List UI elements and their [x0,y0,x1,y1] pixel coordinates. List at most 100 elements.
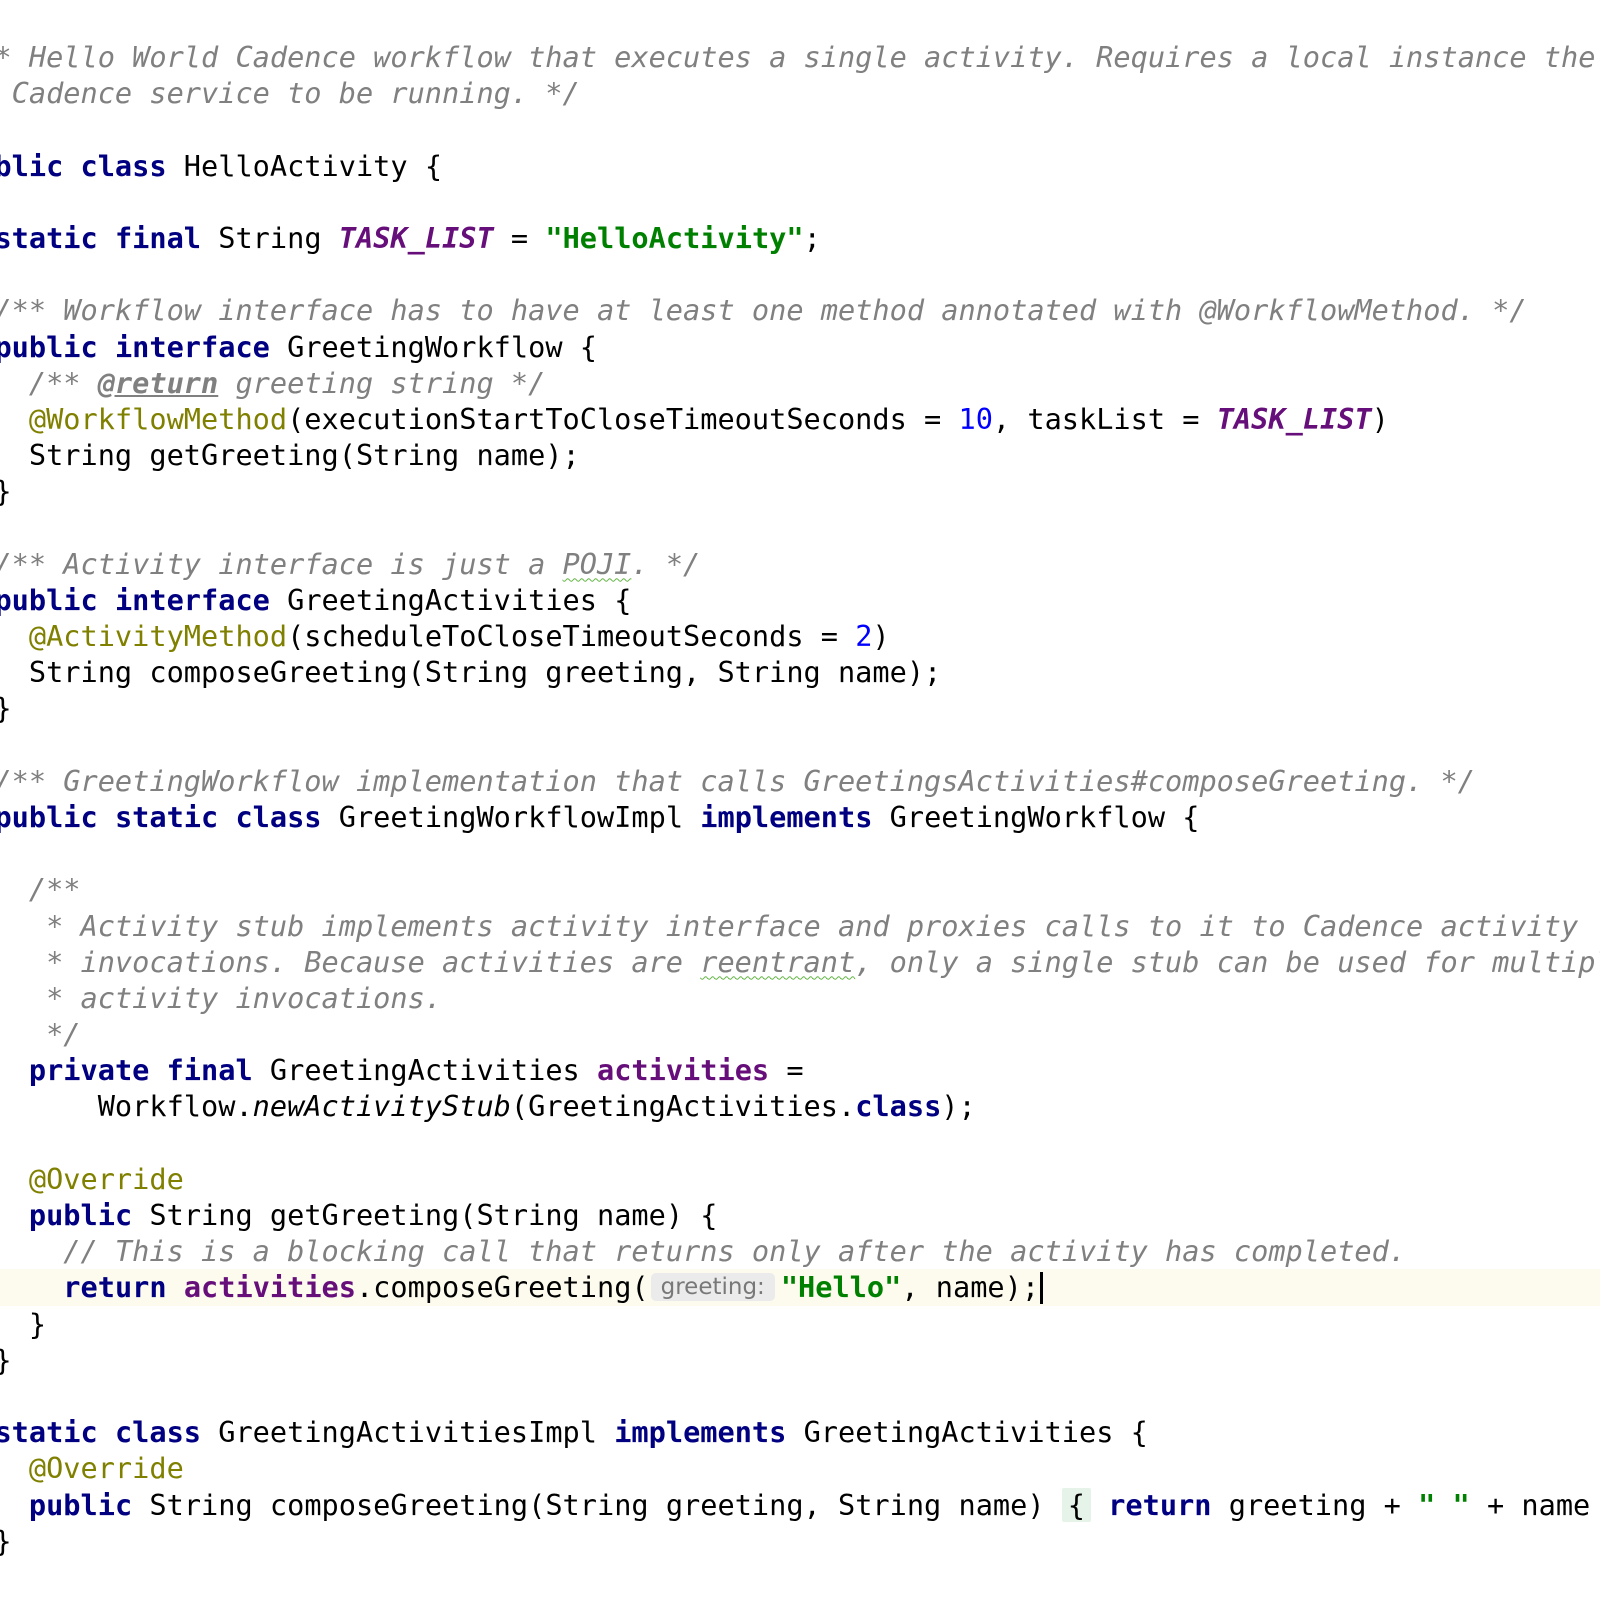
code-token: */ [46,1017,81,1052]
code-line[interactable]: String getGreeting(String name); [0,437,1600,473]
code-line[interactable] [0,111,1600,147]
code-area[interactable]: /** Hello World Cadence workflow that ex… [0,39,1600,1559]
code-line[interactable]: */ [0,1016,1600,1052]
code-token: /** Hello World Cadence workflow that ex… [0,40,1596,74]
code-token: * Cadence service to be running. */ [0,76,580,111]
code-token: String composeGreeting(String greeting, … [132,1487,1062,1522]
code-editor[interactable]: /** Hello World Cadence workflow that ex… [0,0,1600,1600]
code-line[interactable] [0,1378,1600,1414]
code-line[interactable]: * invocations. Because activities are re… [0,944,1600,980]
code-token: public [28,1487,133,1522]
code-token: GreetingActivities { [786,1415,1148,1450]
code-line[interactable]: public String composeGreeting(String gre… [0,1487,1600,1523]
code-token: /** GreetingWorkflow implementation that… [0,763,1475,798]
code-token: GreetingActivitiesImpl [201,1415,615,1450]
code-token: static class [0,1415,202,1450]
code-token: @WorkflowMethod [28,401,288,436]
code-token: public static class [0,799,322,834]
parameter-hint: greeting: [650,1273,775,1302]
code-token: (executionStartToCloseTimeoutSeconds = [287,401,959,436]
code-line[interactable]: } [0,1306,1600,1342]
code-token: /** Activity interface is just a [0,546,563,581]
code-token: (GreetingActivities. [510,1089,856,1124]
code-line[interactable]: public static class GreetingWorkflowImpl… [0,799,1600,835]
code-token: = [493,220,546,255]
code-line[interactable] [0,835,1600,871]
code-token: String composeGreeting(String greeting, … [0,655,942,690]
code-line[interactable]: @ActivityMethod(scheduleToCloseTimeoutSe… [0,618,1600,654]
code-token: TASK_LIST [1216,401,1372,436]
code-line[interactable]: /** GreetingWorkflow implementation that… [0,763,1600,799]
code-token: } [28,1306,47,1341]
text-caret [1040,1272,1044,1305]
code-token: /** [28,365,81,400]
code-token: @Override [28,1451,184,1486]
code-token: /** Workflow interface has to have at le… [0,293,1527,328]
code-token: greeting string */ [218,365,546,400]
code-line[interactable]: @WorkflowMethod(executionStartToCloseTim… [0,401,1600,437]
code-line[interactable] [0,727,1600,763]
code-token: String [201,220,339,255]
code-line[interactable] [0,184,1600,220]
code-line[interactable]: public class HelloActivity { [0,148,1600,184]
code-token: TASK_LIST [338,220,494,255]
code-token: String getGreeting(String name) { [132,1198,718,1232]
code-line[interactable]: } [0,473,1600,509]
code-line[interactable]: private final GreetingActivities activit… [0,1052,1600,1088]
code-token: . */ [631,546,701,581]
code-token: * activity invocations. [0,980,443,1015]
code-token: 2 [855,619,873,653]
code-line[interactable]: public interface GreetingActivities { [0,582,1600,618]
code-line[interactable]: /** Workflow interface has to have at le… [0,292,1600,328]
code-line[interactable]: } [0,690,1600,726]
code-line[interactable]: public String getGreeting(String name) { [0,1197,1600,1233]
code-token: activities [183,1270,356,1305]
code-token: GreetingWorkflow { [872,799,1200,834]
code-token: /** [28,872,81,907]
spelling-warning: POJI [562,546,632,581]
code-line[interactable]: @Override [0,1161,1600,1197]
code-token: activities [596,1053,770,1088]
code-token: } [0,474,12,508]
code-line[interactable]: * Cadence service to be running. */ [0,75,1600,111]
code-token: HelloActivity { [166,148,443,183]
code-line[interactable]: /** [0,871,1600,907]
code-token: 10 [958,401,993,436]
current-code-line[interactable]: return activities.composeGreeting(greeti… [0,1269,1600,1306]
code-token: GreetingWorkflow { [269,329,597,364]
code-token: class [855,1089,942,1124]
code-line[interactable]: // This is a blocking call that returns … [0,1233,1600,1269]
code-token: @ActivityMethod [28,619,288,653]
code-line[interactable]: * Activity stub implements activity inte… [0,908,1600,944]
code-line[interactable]: static final String TASK_LIST = "HelloAc… [0,220,1600,256]
code-line[interactable]: static class GreetingActivitiesImpl impl… [0,1414,1600,1450]
code-line[interactable]: @Override [0,1450,1600,1486]
code-token: ); [941,1089,976,1124]
code-line[interactable] [0,509,1600,545]
code-token: @Override [28,1161,184,1196]
code-token: GreetingActivities [252,1053,597,1088]
code-token: } [0,691,12,725]
code-token: String getGreeting(String name); [0,438,580,473]
code-line[interactable]: String composeGreeting(String greeting, … [0,654,1600,690]
code-token: + name + [1486,1487,1591,1522]
code-token: implements [700,799,873,834]
code-line[interactable]: /** Hello World Cadence workflow that ex… [0,39,1600,75]
code-line[interactable]: } [0,1523,1600,1559]
code-line[interactable]: /** Activity interface is just a POJI. *… [0,546,1600,582]
code-token: ; [803,220,821,255]
code-token: } [0,1524,12,1558]
code-line[interactable]: } [0,1342,1600,1378]
code-token: * Activity stub implements activity inte… [0,908,1579,943]
code-line[interactable]: public interface GreetingWorkflow { [0,329,1600,365]
code-line[interactable]: /** @return greeting string */ [0,365,1600,401]
code-token: // This is a blocking call that returns … [0,1234,1407,1269]
code-line[interactable]: * activity invocations. [0,980,1600,1016]
code-line[interactable] [0,1125,1600,1161]
code-token: @return [97,365,219,400]
code-token: , taskList = [992,401,1217,436]
code-line[interactable]: Workflow.newActivityStub(GreetingActivit… [0,1088,1600,1124]
code-line[interactable] [0,256,1600,292]
